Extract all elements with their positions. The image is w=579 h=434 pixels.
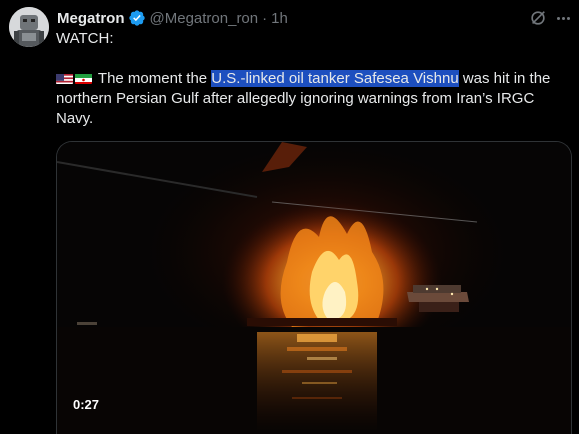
post-timestamp[interactable]: 1h <box>271 10 288 27</box>
author-name[interactable]: Megatron <box>57 10 125 27</box>
grok-icon[interactable] <box>528 8 548 28</box>
post-text: WATCH: The moment the U.S.-linked oil ta… <box>56 29 568 129</box>
us-flag-icon <box>56 72 73 84</box>
verified-badge-icon[interactable] <box>128 9 146 27</box>
author-handle[interactable]: @Megatron_ron <box>150 10 259 27</box>
post-text-line1: WATCH: <box>56 30 114 47</box>
post-text-body: The moment the U.S.-linked oil tanker Sa… <box>56 69 568 129</box>
robot-avatar-image <box>9 7 49 47</box>
post-header: Megatron @Megatron_ron · 1h <box>57 8 557 28</box>
avatar[interactable] <box>9 7 49 47</box>
highlighted-text[interactable]: U.S.-linked oil tanker Safesea Vishnu <box>211 70 459 87</box>
iran-flag-icon <box>75 72 92 84</box>
video-duration: 0:27 <box>73 397 100 412</box>
video-frame <box>57 142 571 434</box>
video-player[interactable]: 0:27 <box>56 141 572 434</box>
separator-dot: · <box>262 9 268 27</box>
more-options-icon[interactable] <box>552 8 574 28</box>
post-text-before: The moment the <box>97 70 212 87</box>
